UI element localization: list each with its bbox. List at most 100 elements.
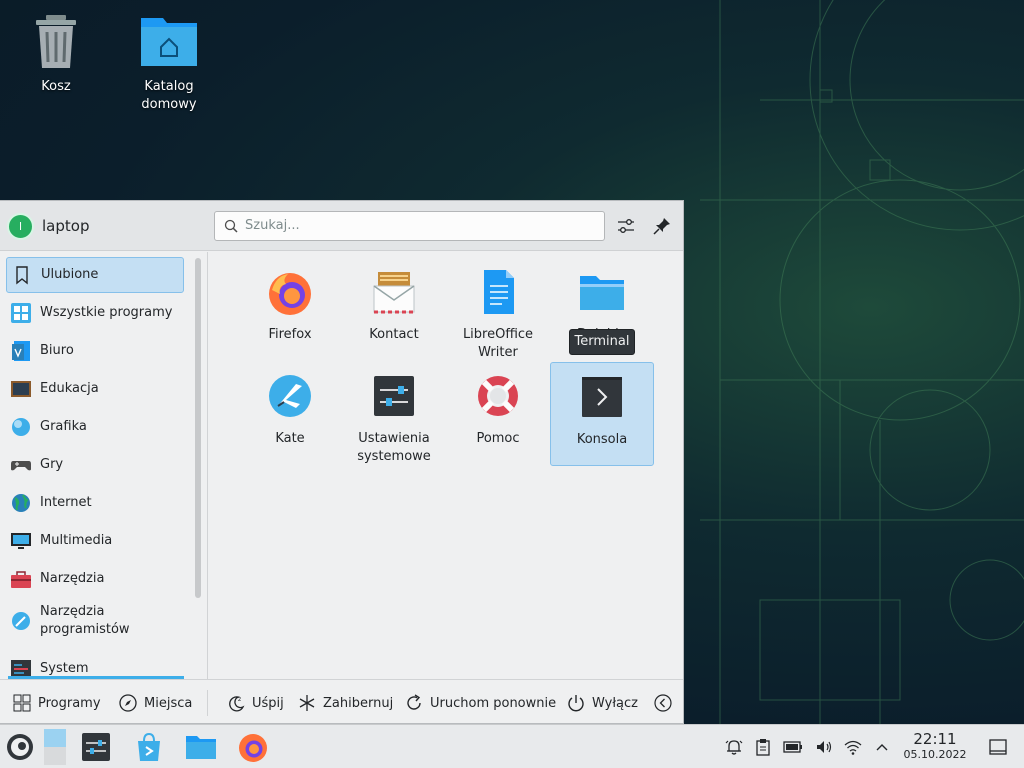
places-label: Miejsca	[144, 695, 193, 711]
category-system[interactable]: System	[6, 651, 184, 679]
programs-tab[interactable]: Programy	[12, 692, 101, 714]
app-libreoffice-writer[interactable]: LibreOffice Writer	[446, 258, 550, 362]
help-icon	[478, 376, 518, 416]
opensuse-launcher-icon[interactable]	[4, 731, 36, 763]
configure-icon[interactable]	[613, 213, 639, 239]
shutdown-label: Wyłącz	[592, 695, 638, 711]
app-system-settings[interactable]: Ustawienia systemowe	[342, 362, 446, 466]
compass-icon	[119, 694, 137, 712]
education-icon	[11, 381, 31, 397]
app-label: Kontact	[369, 327, 419, 342]
category-sidebar: Ulubione Wszystkie programy Biuro Edukac…	[0, 252, 208, 679]
app-kontact[interactable]: Kontact	[342, 258, 446, 362]
development-icon	[12, 612, 30, 630]
notifications-icon[interactable]	[724, 737, 744, 757]
avatar[interactable]: l	[7, 213, 34, 240]
footer-separator	[207, 690, 208, 716]
launcher-header: l laptop Szukaj...	[0, 201, 683, 251]
multimedia-icon	[11, 533, 31, 549]
app-help[interactable]: Pomoc	[446, 362, 550, 466]
settings-icon	[374, 376, 414, 416]
restart-label: Uruchom ponownie	[430, 695, 557, 711]
dolphin-task-icon[interactable]	[185, 731, 217, 763]
sleep-label: Uśpij	[252, 695, 284, 711]
search-input[interactable]: Szukaj...	[214, 211, 605, 241]
hibernate-button[interactable]: Zahibernuj	[297, 692, 393, 714]
app-label: Konsola	[576, 432, 628, 447]
restart-icon	[407, 694, 421, 710]
category-label: Wszystkie programy	[40, 305, 173, 320]
sleep-button[interactable]: z Uśpij	[226, 692, 284, 714]
app-kate[interactable]: Kate	[238, 362, 342, 466]
category-narzedzia[interactable]: Narzędzia	[6, 561, 184, 597]
grid-icon	[13, 694, 31, 712]
clipboard-icon[interactable]	[753, 737, 773, 757]
gamepad-icon	[11, 461, 31, 471]
writer-icon	[484, 270, 514, 314]
desktop-icon-label: Kosz	[41, 79, 71, 94]
chevron-up-icon[interactable]	[872, 737, 892, 757]
category-ulubione[interactable]: Ulubione	[6, 257, 184, 293]
desktop-icon-label: Katalog domowy	[141, 79, 197, 112]
category-multimedia[interactable]: Multimedia	[6, 523, 184, 559]
restart-button[interactable]: Uruchom ponownie	[404, 692, 556, 714]
firefox-task-icon[interactable]	[237, 731, 269, 763]
app-label: Firefox	[268, 327, 312, 342]
desktop-icon-trash[interactable]: Kosz	[11, 12, 101, 96]
collapse-button[interactable]	[653, 692, 679, 714]
app-konsole[interactable]: Konsola	[550, 362, 654, 466]
category-all-apps[interactable]: Wszystkie programy	[6, 295, 184, 331]
svg-text:z: z	[238, 696, 241, 703]
show-desktop-icon[interactable]	[988, 737, 1008, 757]
category-gry[interactable]: Gry	[6, 447, 184, 483]
all-apps-icon	[11, 303, 31, 323]
kate-icon	[269, 375, 311, 417]
category-label: Grafika	[40, 419, 87, 434]
clock[interactable]: 22:11 05.10.2022	[898, 731, 972, 762]
sleep-icon: z	[229, 696, 245, 712]
pager-desktop-1[interactable]	[44, 729, 66, 747]
graphics-icon	[12, 418, 30, 436]
category-biuro[interactable]: Biuro	[6, 333, 184, 369]
pager[interactable]	[44, 729, 66, 765]
programs-label: Programy	[38, 695, 101, 711]
battery-icon[interactable]	[783, 737, 803, 757]
app-label: LibreOffice Writer	[462, 327, 534, 360]
volume-icon[interactable]	[814, 737, 834, 757]
globe-icon	[12, 494, 30, 512]
app-label: Ustawienia systemowe	[357, 431, 431, 464]
app-firefox[interactable]: Firefox	[238, 258, 342, 362]
category-label: Narzędzia programistów	[40, 604, 130, 637]
pin-icon[interactable]	[649, 213, 675, 239]
places-tab[interactable]: Miejsca	[118, 692, 192, 714]
office-icon	[12, 341, 30, 361]
category-label: Biuro	[40, 343, 74, 358]
category-edukacja[interactable]: Edukacja	[6, 371, 184, 407]
snowflake-icon	[299, 695, 315, 711]
category-internet[interactable]: Internet	[6, 485, 184, 521]
category-label: Multimedia	[40, 533, 113, 548]
wifi-icon[interactable]	[843, 737, 863, 757]
desktop-icon-home[interactable]: Katalog domowy	[124, 12, 214, 114]
discover-store-icon[interactable]	[133, 731, 165, 763]
toolbox-icon	[11, 571, 31, 588]
username[interactable]: laptop	[42, 217, 89, 235]
category-grafika[interactable]: Grafika	[6, 409, 184, 445]
favorites-grid: Firefox Kontact LibreOffice Writer Kate …	[209, 252, 683, 679]
home-folder-icon	[139, 12, 199, 72]
tooltip: Terminal	[569, 329, 635, 355]
search-icon	[224, 219, 238, 233]
settings-task-icon[interactable]	[80, 731, 112, 763]
hibernate-label: Zahibernuj	[323, 695, 394, 711]
category-dev-tools[interactable]: Narzędzia programistów	[6, 599, 184, 643]
chevron-left-icon	[654, 694, 672, 712]
terminal-icon	[582, 377, 622, 417]
sidebar-scrollbar[interactable]	[195, 258, 201, 598]
bookmark-icon	[16, 266, 28, 285]
pager-desktop-2[interactable]	[44, 747, 66, 765]
firefox-icon	[269, 273, 311, 315]
category-label: Gry	[40, 457, 64, 472]
clock-date: 05.10.2022	[903, 748, 967, 761]
shutdown-button[interactable]: Wyłącz	[566, 692, 638, 714]
category-label: Narzędzia	[40, 571, 105, 586]
